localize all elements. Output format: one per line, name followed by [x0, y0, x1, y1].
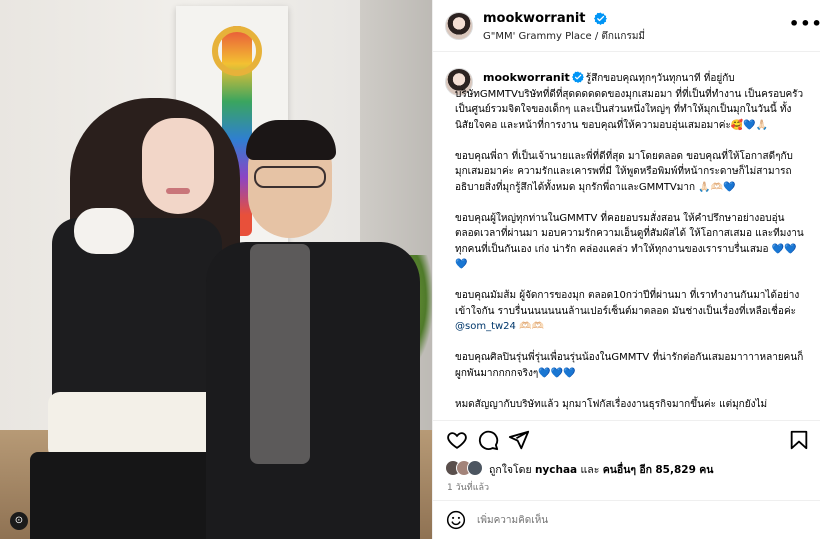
- action-bar: [433, 420, 820, 458]
- caption-paragraph: หมดสัญญากับบริษัทแล้ว มุกมาโฟกัสเรื่องงา…: [455, 398, 768, 410]
- caption-emoji: 🫶🏻🫶🏻: [519, 321, 544, 332]
- man-jacket: [206, 242, 420, 539]
- post-header: mookworranit G"MM' Grammy Place / ตึกแกร…: [433, 0, 820, 52]
- man-hair: [246, 120, 336, 160]
- avatar: [467, 460, 483, 476]
- man-glasses: [254, 166, 326, 188]
- woman-lips: [166, 188, 190, 194]
- post-side-panel: mookworranit G"MM' Grammy Place / ตึกแกร…: [432, 0, 820, 539]
- likes-count[interactable]: 85,829: [655, 464, 696, 476]
- post-location[interactable]: G"MM' Grammy Place / ตึกแกรมมี่: [483, 29, 645, 44]
- caption-paragraph: ขอบคุณศิลปินรุ่นพี่รุ่นเพื่อนรุ่นน้องในG…: [455, 352, 804, 379]
- liker-username[interactable]: nychaa: [535, 464, 577, 476]
- caption-area: mookworranit รู้สึกขอบคุณทุกๆวันทุกนาที ท…: [433, 53, 820, 419]
- caption-paragraph: ขอบคุณพี่ถา ที่เป็นเจ้านายและพี่ที่ดีที่…: [455, 150, 793, 193]
- caption-username[interactable]: mookworranit: [483, 71, 570, 84]
- avatar[interactable]: [445, 12, 473, 40]
- caption-paragraph: mookworranit รู้สึกขอบคุณทุกๆวันทุกนาที ท…: [455, 70, 805, 133]
- post-caption: mookworranit รู้สึกขอบคุณทุกๆวันทุกนาที ท…: [455, 70, 805, 419]
- woman-collar: [74, 208, 134, 254]
- likes-prefix: ถูกใจโดย: [489, 464, 532, 476]
- comment-input[interactable]: [477, 510, 797, 530]
- liker-avatars[interactable]: [445, 460, 485, 476]
- likes-suffix: คน: [699, 464, 714, 476]
- caption-text: ขอบคุณมัมส้ม ผู้จัดการของมุก ตลอด10กว่าป…: [455, 290, 800, 317]
- share-icon[interactable]: [508, 429, 530, 451]
- emoji-icon[interactable]: [446, 510, 466, 530]
- man-shirt: [250, 244, 310, 464]
- tagged-user-icon[interactable]: ⊙: [10, 512, 28, 530]
- likes-others[interactable]: คนอื่นๆ: [603, 464, 636, 476]
- likes-connector: และ: [580, 464, 600, 476]
- heart-icon[interactable]: [446, 429, 468, 451]
- add-comment-bar: [433, 500, 820, 539]
- verified-icon: [594, 12, 607, 25]
- comment-icon[interactable]: [477, 429, 499, 451]
- likes-text[interactable]: ถูกใจโดย nychaa และ คนอื่นๆ อีก 85,829 ค…: [489, 461, 713, 478]
- caption-paragraph: ขอบคุณผู้ใหญ่ทุกท่านในGMMTV ที่คอยอบรมสั…: [455, 212, 804, 271]
- more-icon[interactable]: •••: [789, 12, 820, 36]
- verified-icon: [571, 71, 584, 83]
- post-photo[interactable]: ⊙: [0, 0, 432, 539]
- likes-count-prefix: อีก: [639, 464, 653, 476]
- woman-sweater: [48, 392, 226, 460]
- woman-face: [142, 118, 214, 214]
- save-icon[interactable]: [788, 429, 810, 451]
- caption-paragraph: ขอบคุณมัมส้ม ผู้จัดการของมุก ตลอด10กว่าป…: [455, 288, 805, 335]
- mention-link[interactable]: @som_tw24: [455, 321, 516, 332]
- post-username[interactable]: mookworranit: [483, 11, 586, 26]
- post-timestamp[interactable]: 1 วันที่แล้ว: [447, 480, 489, 494]
- photo-artwork-head: [212, 26, 262, 76]
